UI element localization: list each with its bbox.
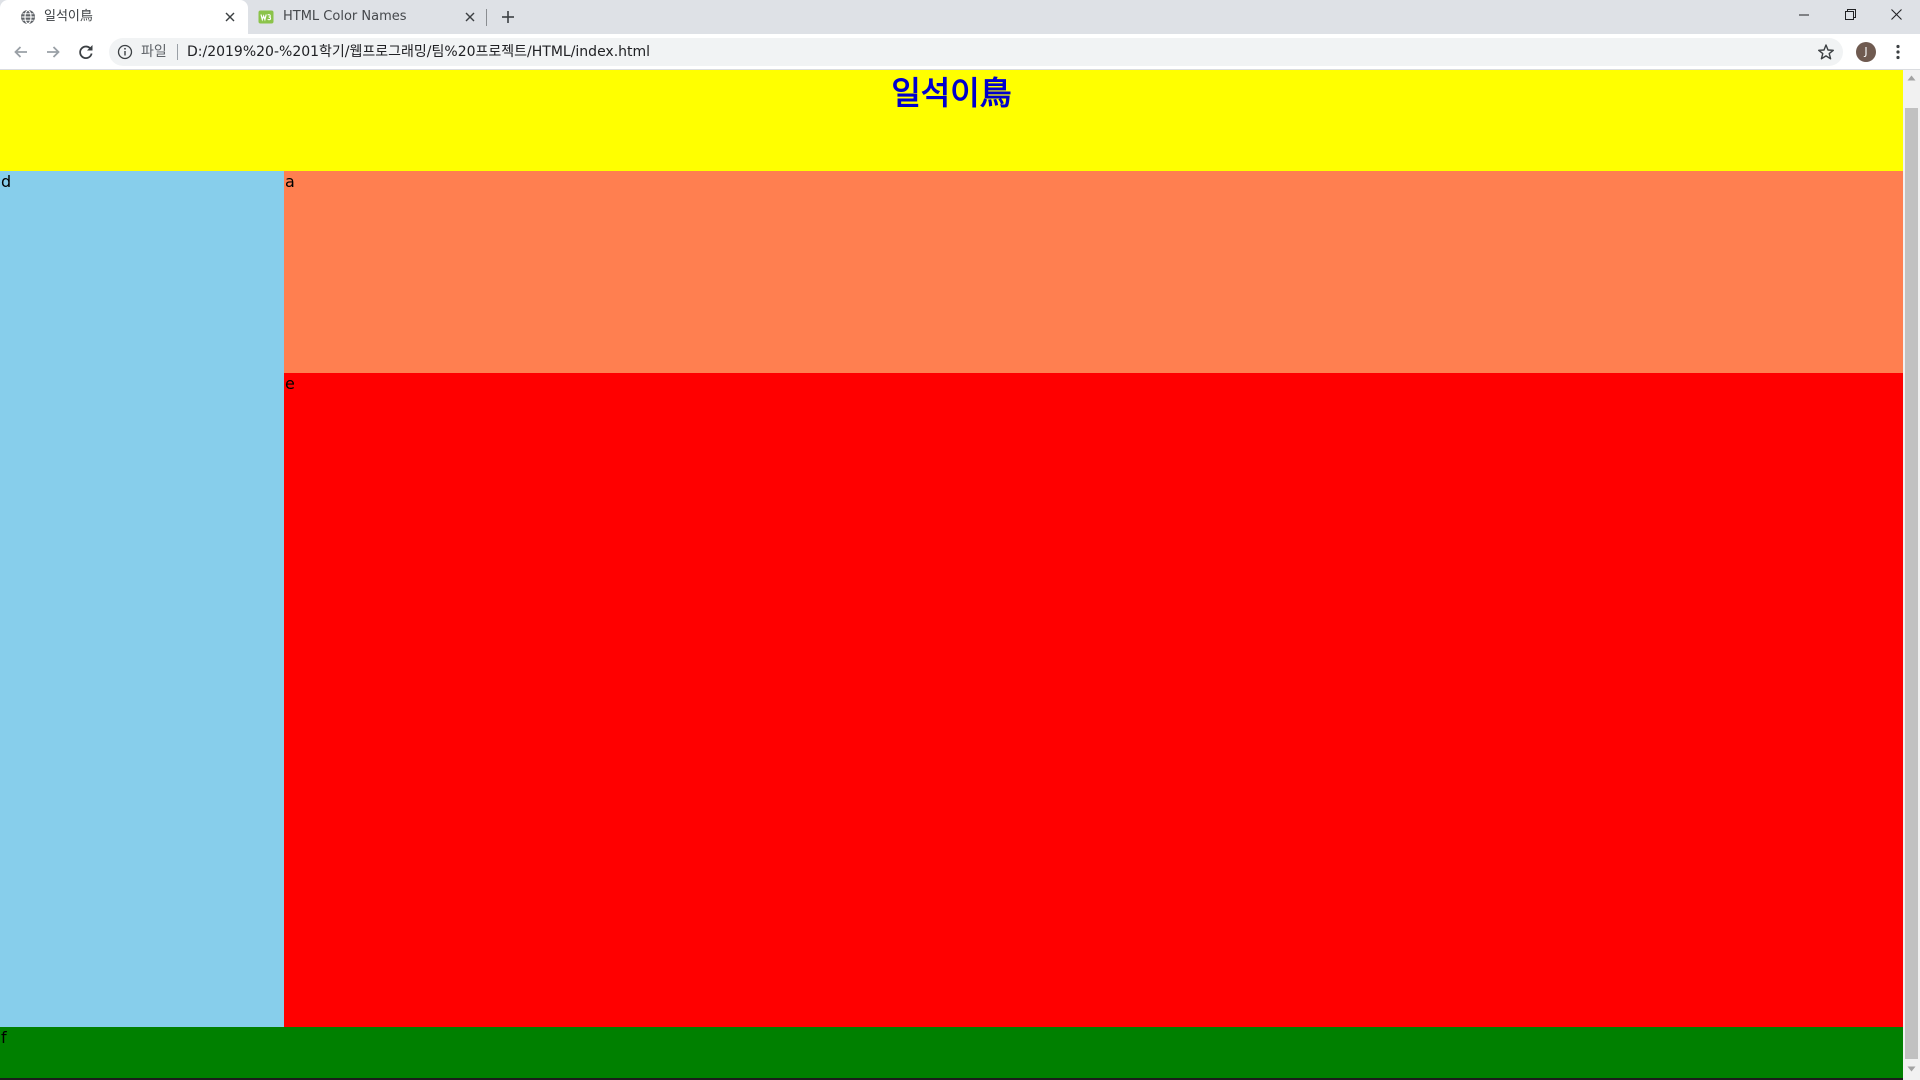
close-window-button[interactable] xyxy=(1873,0,1919,30)
tab-inactive[interactable]: HTML Color Names xyxy=(248,0,486,34)
main-section-text: e xyxy=(285,374,295,393)
address-bar[interactable]: 파일 D:/2019%20-%201학기/웹프로그래밍/팀%20프로젝트/HTM… xyxy=(109,38,1843,66)
restore-button[interactable] xyxy=(1827,0,1873,30)
menu-dots-icon[interactable] xyxy=(1894,44,1902,60)
scroll-up-arrow-icon[interactable] xyxy=(1907,75,1916,81)
vertical-scrollbar[interactable] xyxy=(1903,70,1920,1080)
new-tab-icon[interactable] xyxy=(501,10,515,24)
profile-avatar[interactable]: J xyxy=(1856,42,1876,62)
close-tab-icon[interactable] xyxy=(225,12,235,22)
bookmark-star-icon[interactable] xyxy=(1817,43,1835,61)
back-arrow-icon[interactable] xyxy=(12,43,30,61)
scroll-down-arrow-icon[interactable] xyxy=(1907,1066,1916,1072)
tab-active[interactable]: 일석이鳥 xyxy=(0,0,248,34)
omnibox-separator xyxy=(177,44,178,60)
main-section: e xyxy=(284,373,1903,1027)
close-icon xyxy=(1891,9,1902,20)
close-tab-icon[interactable] xyxy=(465,12,475,22)
page-header: 일석이鳥 xyxy=(0,70,1903,171)
page-viewport: 일석이鳥 d a e f xyxy=(0,70,1920,1080)
tab-title: 일석이鳥 xyxy=(44,9,93,24)
w3schools-icon xyxy=(258,10,274,24)
page-footer: f xyxy=(0,1027,1903,1078)
info-icon[interactable] xyxy=(117,44,133,60)
globe-icon xyxy=(21,9,35,25)
top-section: a xyxy=(284,171,1903,373)
page-title: 일석이鳥 xyxy=(891,74,1012,112)
forward-arrow-icon[interactable] xyxy=(44,43,62,61)
restore-icon xyxy=(1845,9,1856,20)
tab-strip: 일석이鳥 HTML Color Names xyxy=(0,0,1920,34)
sidebar-text: d xyxy=(1,172,12,191)
minimize-button[interactable] xyxy=(1781,0,1827,30)
reload-icon[interactable] xyxy=(77,43,95,61)
url-text[interactable]: D:/2019%20-%201학기/웹프로그래밍/팀%20프로젝트/HTML/i… xyxy=(187,38,650,66)
scheme-label: 파일 xyxy=(141,44,167,60)
footer-text: f xyxy=(1,1028,7,1047)
tab-title: HTML Color Names xyxy=(283,9,407,24)
toolbar: 파일 D:/2019%20-%201학기/웹프로그래밍/팀%20프로젝트/HTM… xyxy=(0,34,1920,70)
top-section-text: a xyxy=(285,172,295,191)
tab-separator xyxy=(486,9,487,26)
scrollbar-thumb[interactable] xyxy=(1905,108,1918,1059)
sidebar: d xyxy=(0,171,284,1027)
minimize-icon xyxy=(1799,14,1809,16)
